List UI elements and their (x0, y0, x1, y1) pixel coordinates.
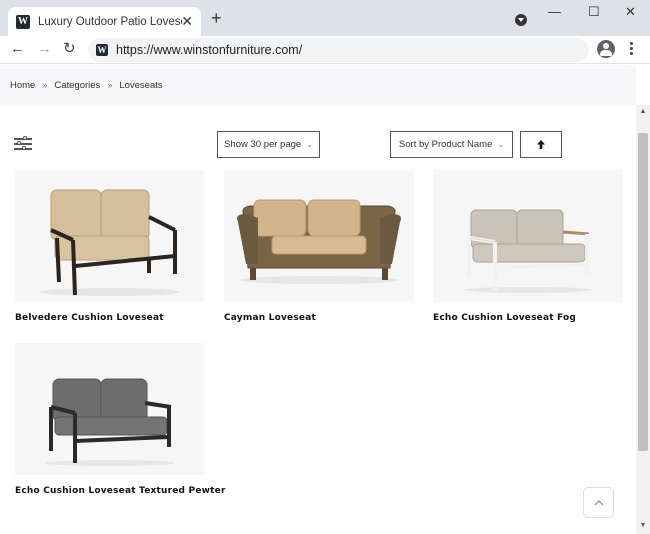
breadcrumb-home[interactable]: Home (10, 80, 35, 91)
sort-direction-button[interactable] (520, 131, 562, 158)
tab-close-icon[interactable]: ✕ (181, 13, 193, 29)
product-name[interactable]: Echo Cushion Loveseat Fog (433, 313, 576, 323)
breadcrumb-categories[interactable]: Categories (54, 80, 100, 91)
tab-search-icon[interactable] (515, 14, 527, 26)
chevron-down-icon: ⌄ (306, 140, 313, 149)
maximize-icon[interactable]: ☐ (588, 4, 600, 20)
breadcrumb-separator: » (107, 80, 113, 90)
back-icon[interactable]: ← (10, 40, 25, 58)
chevron-down-icon: ⌄ (497, 140, 505, 149)
sort-label: Sort by Product Name (398, 139, 493, 150)
browser-toolbar: ← → ↻ W https://www.winstonfurniture.com… (0, 36, 650, 64)
product-name[interactable]: Echo Cushion Loveseat Textured Pewter (15, 486, 226, 496)
scroll-down-icon[interactable]: ▼ (638, 521, 648, 531)
profile-icon[interactable] (597, 40, 615, 58)
minimize-icon[interactable]: — (548, 4, 561, 20)
arrow-up-icon (537, 140, 545, 149)
chevron-up-icon (594, 499, 603, 505)
breadcrumb: Home » Categories » Loveseats (0, 65, 636, 105)
scroll-thumb[interactable] (638, 133, 648, 451)
product-name[interactable]: Cayman Loveseat (224, 313, 316, 323)
back-to-top-button[interactable] (583, 487, 614, 518)
product-image[interactable] (15, 170, 205, 302)
product-name[interactable]: Belvedere Cushion Loveseat (15, 313, 164, 323)
filter-sliders-icon[interactable] (14, 135, 32, 152)
new-tab-icon[interactable]: + (211, 9, 222, 27)
tab-title: Luxury Outdoor Patio Loveseats | W (38, 15, 182, 28)
browser-titlebar: W Luxury Outdoor Patio Loveseats | W ✕ +… (0, 0, 650, 36)
site-favicon-icon: W (96, 44, 108, 56)
product-image[interactable] (433, 170, 623, 302)
product-image[interactable] (15, 343, 205, 475)
forward-icon[interactable]: → (37, 40, 52, 58)
sort-select[interactable]: Sort by Product Name ⌄ (390, 131, 513, 158)
per-page-select[interactable]: Show 30 per page ⌄ (217, 131, 320, 158)
reload-icon[interactable]: ↻ (63, 40, 76, 58)
url-text[interactable]: https://www.winstonfurniture.com/ (116, 43, 302, 57)
site-favicon-icon: W (16, 14, 30, 29)
breadcrumb-loveseats[interactable]: Loveseats (119, 80, 162, 91)
address-bar[interactable]: W https://www.winstonfurniture.com/ (88, 38, 589, 62)
scroll-up-icon[interactable]: ▲ (638, 107, 648, 117)
product-image[interactable] (224, 170, 414, 302)
browser-tab[interactable]: W Luxury Outdoor Patio Loveseats | W ✕ (8, 7, 201, 36)
scrollbar[interactable]: ▲ ▼ (636, 105, 650, 534)
per-page-label: Show 30 per page (224, 139, 302, 150)
menu-icon[interactable] (630, 42, 633, 57)
breadcrumb-separator: » (42, 80, 48, 90)
window-close-icon[interactable]: ✕ (625, 4, 636, 20)
